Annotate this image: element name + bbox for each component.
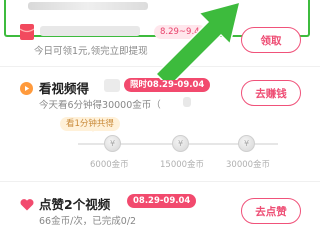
milestone-label: 6000金币 [90,160,129,170]
milestone-label: 15000金币 [160,160,205,170]
coin-icon: ¥ [238,135,255,152]
blurred-task-title [40,26,140,36]
coin-icon: ¥ [172,135,189,152]
milestone-label: 30000金币 [226,160,271,170]
coin-icon: ¥ [104,135,121,152]
task2-date-badge: 限时08.29-09.04 [124,78,211,92]
task1-subtitle: 今日可领1元,领完立即提现 [34,46,148,57]
heart-icon [20,196,34,215]
blurred-subtitle-tail [183,97,191,107]
task3-subtitle: 66金币/次，已完成0/2 [39,216,137,227]
pointer-arrow-icon [154,0,242,80]
divider [0,181,320,182]
task3-date-badge: 08.29-09.04 [127,194,197,208]
blurred-title-suffix [104,79,120,92]
red-envelope-icon [19,24,35,44]
play-video-icon [20,80,33,99]
blurred-header-text [28,2,148,10]
progress-tip: 看1分钟共得 [60,117,120,132]
earn-button[interactable]: 去赚钱 [241,80,301,106]
task2-title: 看视频得 [39,81,90,96]
like-button[interactable]: 去点赞 [241,198,301,224]
task3-title: 点赞2个视频 [39,197,111,212]
task2-subtitle: 今天看6分钟得30000金币（ [39,100,161,111]
